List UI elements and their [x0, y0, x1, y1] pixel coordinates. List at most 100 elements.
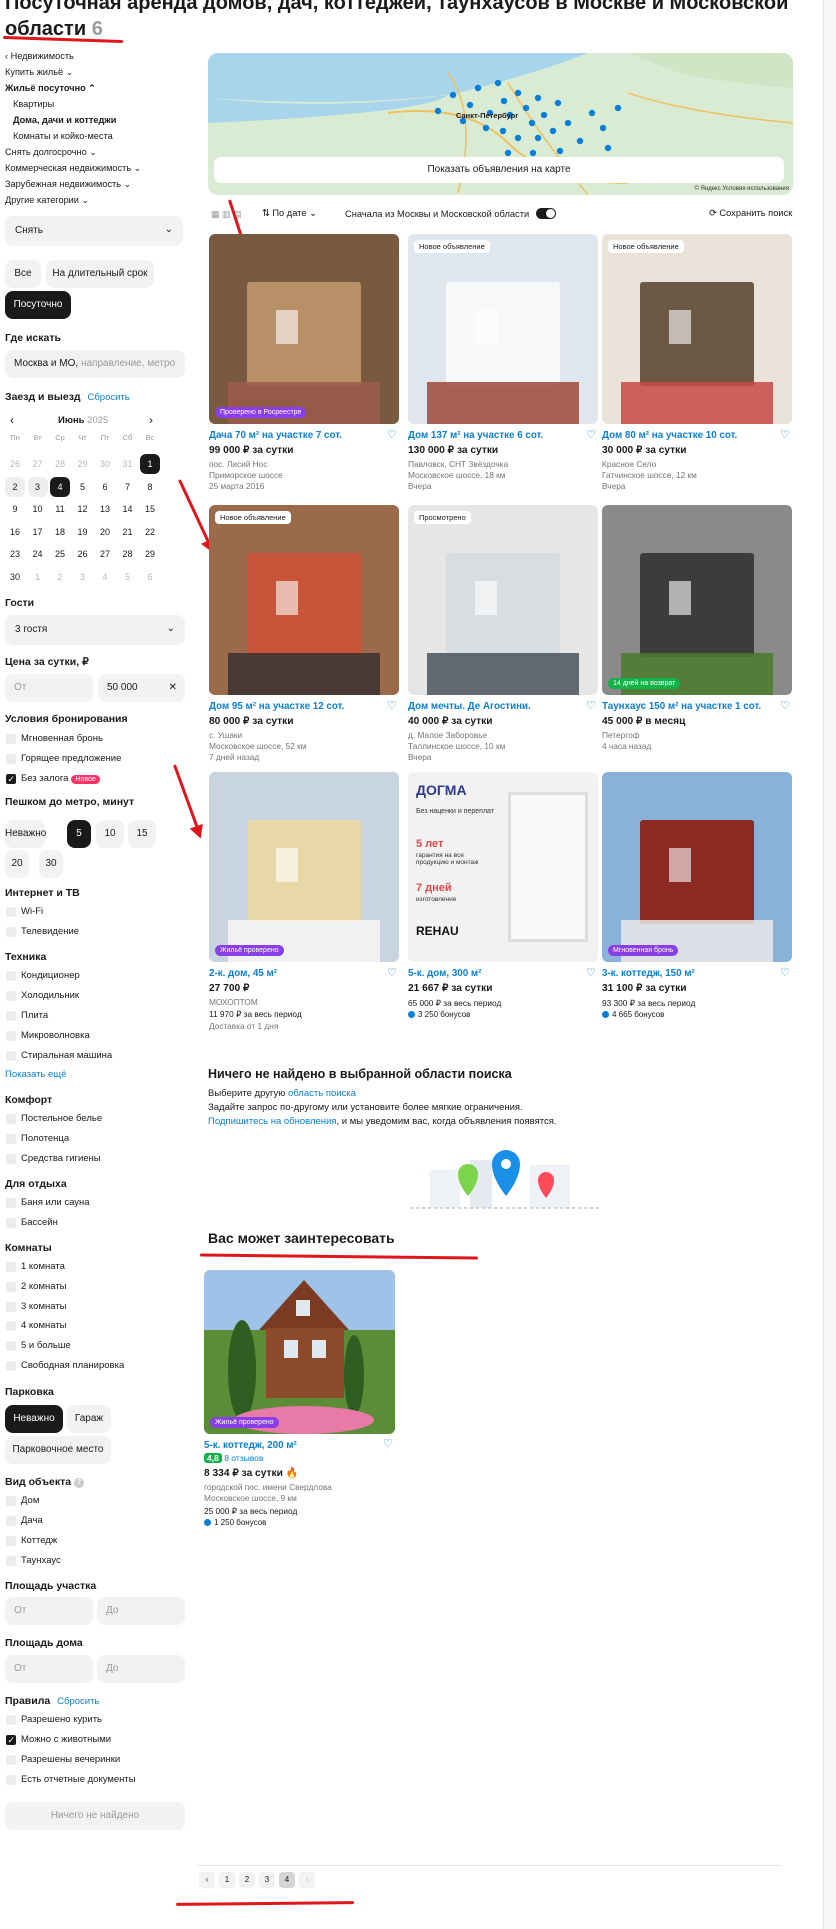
listing-title[interactable]: Дом мечты. Де Агостини.: [408, 701, 531, 712]
listing-photo[interactable]: Жильё проверено: [209, 772, 399, 962]
recommend-card-title[interactable]: 5-к. коттедж, 200 м²: [204, 1440, 297, 1451]
calendar-day[interactable]: 29: [73, 454, 93, 474]
listing-title[interactable]: Дом 95 м² на участке 12 сот.: [209, 701, 344, 712]
map-marker[interactable]: [434, 107, 442, 115]
favorite-heart-icon[interactable]: ♡: [780, 966, 790, 979]
calendar-day[interactable]: 12: [73, 499, 93, 519]
map-marker[interactable]: [534, 134, 542, 142]
map-marker[interactable]: [540, 111, 548, 119]
map-marker[interactable]: [576, 137, 584, 145]
calendar-day[interactable]: 25: [50, 544, 70, 564]
map-marker[interactable]: [514, 134, 522, 142]
favorite-heart-icon[interactable]: ♡: [780, 428, 790, 441]
map-marker[interactable]: [588, 109, 596, 117]
object-checkbox[interactable]: Таунхаус: [6, 1555, 61, 1567]
parking-any-button[interactable]: Неважно: [5, 1405, 63, 1433]
metro-option-button[interactable]: 5: [67, 820, 91, 848]
info-icon[interactable]: ?: [74, 1478, 85, 1488]
map-marker[interactable]: [500, 97, 508, 105]
plot-from-input[interactable]: От: [5, 1597, 93, 1625]
category-item[interactable]: Жильё посуточно ⌃: [5, 80, 195, 96]
map-attribution[interactable]: © Яндекс Условия использования: [694, 186, 789, 192]
favorite-heart-icon[interactable]: ♡: [586, 699, 596, 712]
map-marker[interactable]: [604, 144, 612, 152]
calendar-day[interactable]: 10: [28, 499, 48, 519]
calendar-day[interactable]: 7: [118, 477, 138, 497]
calendar-day[interactable]: 16: [5, 522, 25, 542]
map-marker[interactable]: [522, 104, 530, 112]
category-item[interactable]: Снять долгосрочно ⌄: [5, 144, 195, 160]
internet-checkbox[interactable]: Wi-Fi: [6, 906, 43, 918]
calendar-prev-button[interactable]: ‹: [10, 413, 14, 427]
listing-photo[interactable]: ДОГМА Без наценки и переплат 5 лет гарантия…: [408, 772, 598, 962]
rules-checkbox[interactable]: Есть отчетные документы: [6, 1774, 136, 1786]
house-from-input[interactable]: От: [5, 1655, 93, 1683]
metro-option-button[interactable]: 10: [96, 820, 124, 848]
rooms-checkbox[interactable]: Свободная планировка: [6, 1360, 124, 1372]
favorite-heart-icon[interactable]: ♡: [383, 1437, 393, 1450]
rooms-checkbox[interactable]: 4 комнаты: [6, 1320, 67, 1332]
calendar-day[interactable]: 8: [140, 477, 160, 497]
tech-checkbox[interactable]: Стиральная машина: [6, 1050, 112, 1062]
rest-checkbox[interactable]: Бассейн: [6, 1217, 58, 1229]
dates-reset-link[interactable]: Сбросить: [88, 392, 130, 403]
favorite-heart-icon[interactable]: ♡: [387, 699, 397, 712]
calendar-day[interactable]: 15: [140, 499, 160, 519]
booking-deposit-checkbox[interactable]: Без залога Новое: [6, 773, 100, 786]
map-marker[interactable]: [449, 91, 457, 99]
scrollbar[interactable]: [823, 0, 836, 1929]
term-long-button[interactable]: На длительный срок: [46, 260, 154, 288]
calendar-day[interactable]: 14: [118, 499, 138, 519]
listing-title[interactable]: 5-к. дом, 300 м²: [408, 968, 481, 979]
calendar-day[interactable]: 29: [140, 544, 160, 564]
calendar-day[interactable]: 13: [95, 499, 115, 519]
map-marker[interactable]: [499, 127, 507, 135]
calendar-day[interactable]: 21: [118, 522, 138, 542]
calendar-day[interactable]: 1: [28, 567, 48, 587]
show-more-link[interactable]: Показать ещё: [5, 1069, 66, 1080]
price-to-input[interactable]: 50 000 ✕: [98, 674, 185, 702]
map-marker[interactable]: [564, 119, 572, 127]
calendar-day[interactable]: 24: [28, 544, 48, 564]
category-item[interactable]: Коммерческая недвижимость ⌄: [5, 160, 195, 176]
calendar-day[interactable]: 30: [95, 454, 115, 474]
recommend-card-photo[interactable]: Жильё проверено: [204, 1270, 395, 1434]
tech-checkbox[interactable]: Микроволновка: [6, 1030, 90, 1042]
calendar-day[interactable]: 28: [118, 544, 138, 564]
rules-checkbox[interactable]: Разрешено курить: [6, 1714, 102, 1726]
rules-checkbox[interactable]: Разрешены вечеринки: [6, 1754, 120, 1766]
where-input[interactable]: Москва и МО, направление, метро: [5, 350, 185, 378]
calendar-day[interactable]: 18: [50, 522, 70, 542]
favorite-heart-icon[interactable]: ♡: [586, 966, 596, 979]
comfort-checkbox[interactable]: Постельное белье: [6, 1113, 102, 1125]
category-item[interactable]: Другие категории ⌄: [5, 192, 195, 208]
comfort-checkbox[interactable]: Средства гигиены: [6, 1153, 101, 1165]
calendar-day[interactable]: 6: [140, 567, 160, 587]
metro-option-button[interactable]: 15: [128, 820, 156, 848]
calendar-day[interactable]: 4: [95, 567, 115, 587]
map-marker[interactable]: [554, 99, 562, 107]
map[interactable]: Санкт-Петербург © Яндекс Условия использ…: [208, 53, 793, 195]
category-item[interactable]: Купить жильё ⌄: [5, 64, 195, 80]
listing-photo[interactable]: Новое объявление: [602, 234, 792, 424]
category-item[interactable]: Квартиры: [5, 96, 195, 112]
calendar-day[interactable]: 17: [28, 522, 48, 542]
listing-photo[interactable]: Просмотрено: [408, 505, 598, 695]
listing-title[interactable]: 3-к. коттедж, 150 м²: [602, 968, 695, 979]
deal-type-select[interactable]: Снять ⌄: [5, 216, 183, 246]
favorite-heart-icon[interactable]: ♡: [586, 428, 596, 441]
page-button[interactable]: 4: [279, 1872, 295, 1888]
map-marker[interactable]: [599, 124, 607, 132]
object-checkbox[interactable]: Коттедж: [6, 1535, 57, 1547]
calendar-day[interactable]: 26: [5, 454, 25, 474]
show-on-map-button[interactable]: Показать объявления на карте: [214, 157, 784, 183]
map-marker[interactable]: [614, 104, 622, 112]
calendar-day[interactable]: 4: [50, 476, 70, 497]
object-checkbox[interactable]: Дача: [6, 1515, 43, 1527]
parking-garage-button[interactable]: Гараж: [67, 1405, 111, 1433]
favorite-heart-icon[interactable]: ♡: [387, 428, 397, 441]
rooms-checkbox[interactable]: 1 комната: [6, 1261, 65, 1273]
page-button[interactable]: 3: [259, 1872, 275, 1888]
map-marker[interactable]: [514, 89, 522, 97]
rules-checkbox[interactable]: Можно с животными: [6, 1734, 111, 1746]
